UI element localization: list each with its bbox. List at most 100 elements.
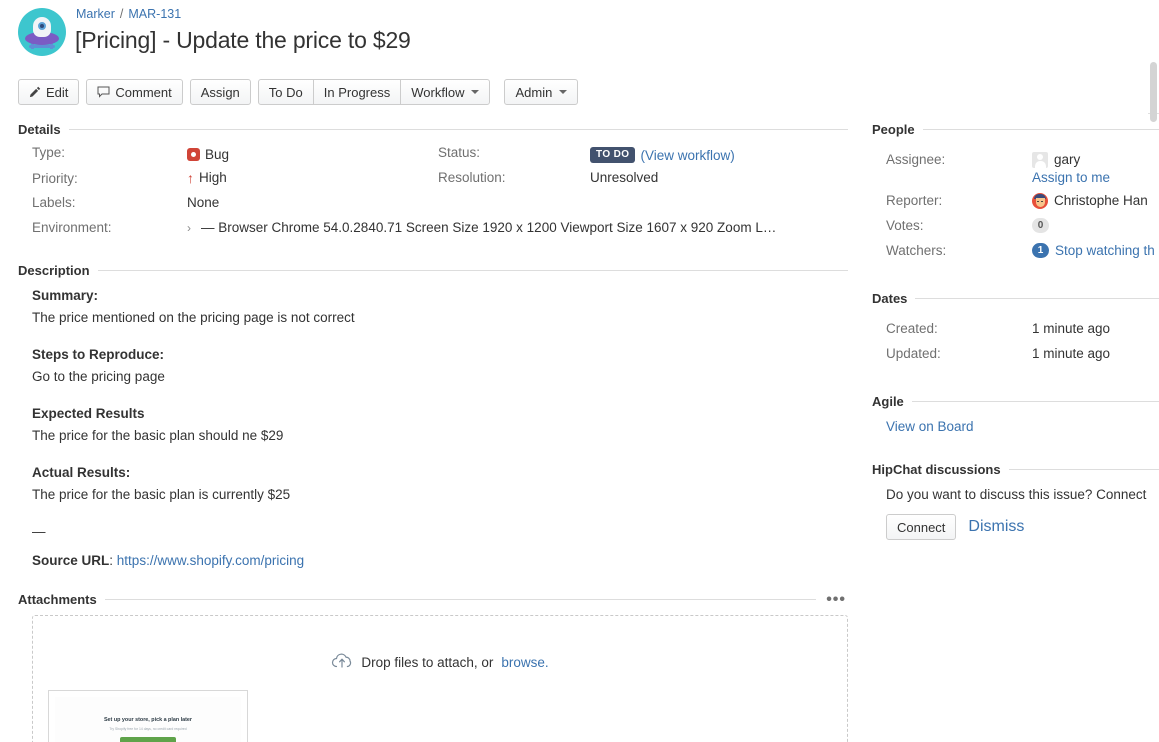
dropzone-label: Drop files to attach, or browse. <box>33 652 847 673</box>
comment-button[interactable]: Comment <box>86 79 182 105</box>
watchers-label: Watchers: <box>886 243 1032 258</box>
assign-to-me-link[interactable]: Assign to me <box>1032 170 1110 185</box>
detail-row-environment: Environment: › — Browser Chrome 54.0.284… <box>32 220 852 235</box>
details-column-right: Status: TO DO (View workflow) Resolution… <box>438 145 838 195</box>
view-workflow-link[interactable]: (View workflow) <box>640 148 734 163</box>
section-divider <box>105 599 816 600</box>
votes-row: Votes: 0 <box>872 213 1159 238</box>
labels-value: None <box>187 195 219 210</box>
avatar <box>1032 193 1048 209</box>
labels-label: Labels: <box>32 195 187 210</box>
updated-row: Updated: 1 minute ago <box>872 341 1159 366</box>
people-heading: People <box>872 122 915 137</box>
expected-results-text: The price for the basic plan should ne $… <box>32 426 848 445</box>
breadcrumb: Marker / MAR-131 <box>76 7 181 21</box>
hipchat-section-header: HipChat discussions <box>872 462 1159 477</box>
dates-section-header: Dates <box>872 291 1159 306</box>
description-body: Summary: The price mentioned on the pric… <box>18 286 848 570</box>
breadcrumb-separator: / <box>120 7 123 21</box>
section-divider <box>912 401 1159 402</box>
admin-dropdown-button[interactable]: Admin <box>504 79 578 105</box>
section-divider <box>98 270 848 271</box>
created-value: 1 minute ago <box>1032 321 1110 336</box>
agile-section: Agile View on Board <box>872 394 1159 434</box>
browse-link[interactable]: browse. <box>501 655 548 670</box>
details-section-header: Details <box>18 122 848 137</box>
assignee-row: Assignee: gary <box>872 147 1159 172</box>
assignee-name: gary <box>1054 152 1080 167</box>
steps-label: Steps to Reproduce: <box>32 345 848 364</box>
updated-value: 1 minute ago <box>1032 346 1110 361</box>
connect-button-label: Connect <box>897 520 945 535</box>
upload-cloud-icon <box>331 652 353 673</box>
thumbnail-subline: Try Shopify free for 14 days, no credit … <box>55 727 241 731</box>
description-heading: Description <box>18 263 90 278</box>
detail-row-type: Type: Bug <box>32 145 452 170</box>
created-label: Created: <box>886 321 1032 336</box>
updated-label: Updated: <box>886 346 1032 361</box>
thumbnail-headline: Set up your store, pick a plan later <box>55 717 241 723</box>
dates-section: Dates Created: 1 minute ago Updated: 1 m… <box>872 291 1159 366</box>
comment-bubble-icon <box>97 86 110 98</box>
attachments-section-header: Attachments ••• <box>18 592 848 607</box>
todo-button-label: To Do <box>269 85 303 100</box>
description-section-header: Description <box>18 263 848 278</box>
todo-transition-button[interactable]: To Do <box>258 79 314 105</box>
assignee-value: gary <box>1032 152 1080 168</box>
view-on-board-link[interactable]: View on Board <box>886 419 974 434</box>
workflow-button-label: Workflow <box>411 85 464 100</box>
created-row: Created: 1 minute ago <box>872 316 1159 341</box>
page-scrollbar-track[interactable] <box>1149 60 1157 730</box>
thumbnail-cta-button <box>120 737 176 742</box>
page-scrollbar-thumb[interactable] <box>1150 62 1157 122</box>
edit-button[interactable]: Edit <box>18 79 79 105</box>
hipchat-connect-button[interactable]: Connect <box>886 514 956 540</box>
expected-results-label: Expected Results <box>32 404 848 423</box>
hipchat-section: HipChat discussions Do you want to discu… <box>872 462 1159 540</box>
dropzone-text: Drop files to attach, or <box>361 655 493 670</box>
detail-row-resolution: Resolution: Unresolved <box>438 170 838 195</box>
hipchat-prompt: Do you want to discuss this issue? Conne… <box>872 487 1159 502</box>
attachments-more-menu-button[interactable]: ••• <box>824 595 848 605</box>
workflow-button-group: To Do In Progress Workflow <box>258 79 491 105</box>
details-heading: Details <box>18 122 61 137</box>
attachment-dropzone[interactable]: Drop files to attach, or browse. Set up … <box>32 615 848 742</box>
source-url-link[interactable]: https://www.shopify.com/pricing <box>117 553 304 568</box>
bug-icon <box>187 148 200 161</box>
source-url-line: Source URL: https://www.shopify.com/pric… <box>32 551 848 570</box>
comment-button-label: Comment <box>115 85 171 100</box>
agile-section-header: Agile <box>872 394 1159 409</box>
hipchat-dismiss-link[interactable]: Dismiss <box>968 518 1024 536</box>
actual-results-text: The price for the basic plan is currentl… <box>32 485 848 504</box>
reporter-value: Christophe Han <box>1032 193 1148 209</box>
type-label: Type: <box>32 145 187 160</box>
priority-label: Priority: <box>32 171 187 186</box>
agile-heading: Agile <box>872 394 904 409</box>
priority-value: ↑ High <box>187 170 227 185</box>
assignee-label: Assignee: <box>886 152 1032 167</box>
breadcrumb-issue-key-link[interactable]: MAR-131 <box>128 7 181 21</box>
jira-issue-page: Marker/MAR-131 [Pricing] - Update the pr… <box>0 0 1159 742</box>
assign-button-label: Assign <box>201 85 240 100</box>
issue-main-column: Details Type: Bug Priority: ↑ High <box>18 122 848 742</box>
stop-watching-link[interactable]: Stop watching th <box>1055 243 1155 258</box>
summary-label: Summary: <box>32 286 848 305</box>
in-progress-transition-button[interactable]: In Progress <box>313 79 401 105</box>
dates-heading: Dates <box>872 291 907 306</box>
type-text: Bug <box>205 147 229 162</box>
section-divider <box>69 129 848 130</box>
description-divider-dash: — <box>32 522 848 541</box>
reporter-label: Reporter: <box>886 193 1032 208</box>
section-divider <box>923 129 1159 130</box>
chevron-right-icon[interactable]: › <box>187 221 201 235</box>
breadcrumb-project-link[interactable]: Marker <box>76 7 115 21</box>
in-progress-button-label: In Progress <box>324 85 390 100</box>
workflow-dropdown-button[interactable]: Workflow <box>400 79 490 105</box>
thumbnail-preview: Set up your store, pick a plan later Try… <box>55 697 241 742</box>
edit-button-label: Edit <box>46 85 68 100</box>
agile-links: View on Board <box>872 419 1159 434</box>
votes-value: 0 <box>1032 218 1049 233</box>
attachment-thumbnail[interactable]: Set up your store, pick a plan later Try… <box>48 690 248 742</box>
reporter-row: Reporter: Christophe Han <box>872 188 1159 213</box>
assign-button[interactable]: Assign <box>190 79 251 105</box>
